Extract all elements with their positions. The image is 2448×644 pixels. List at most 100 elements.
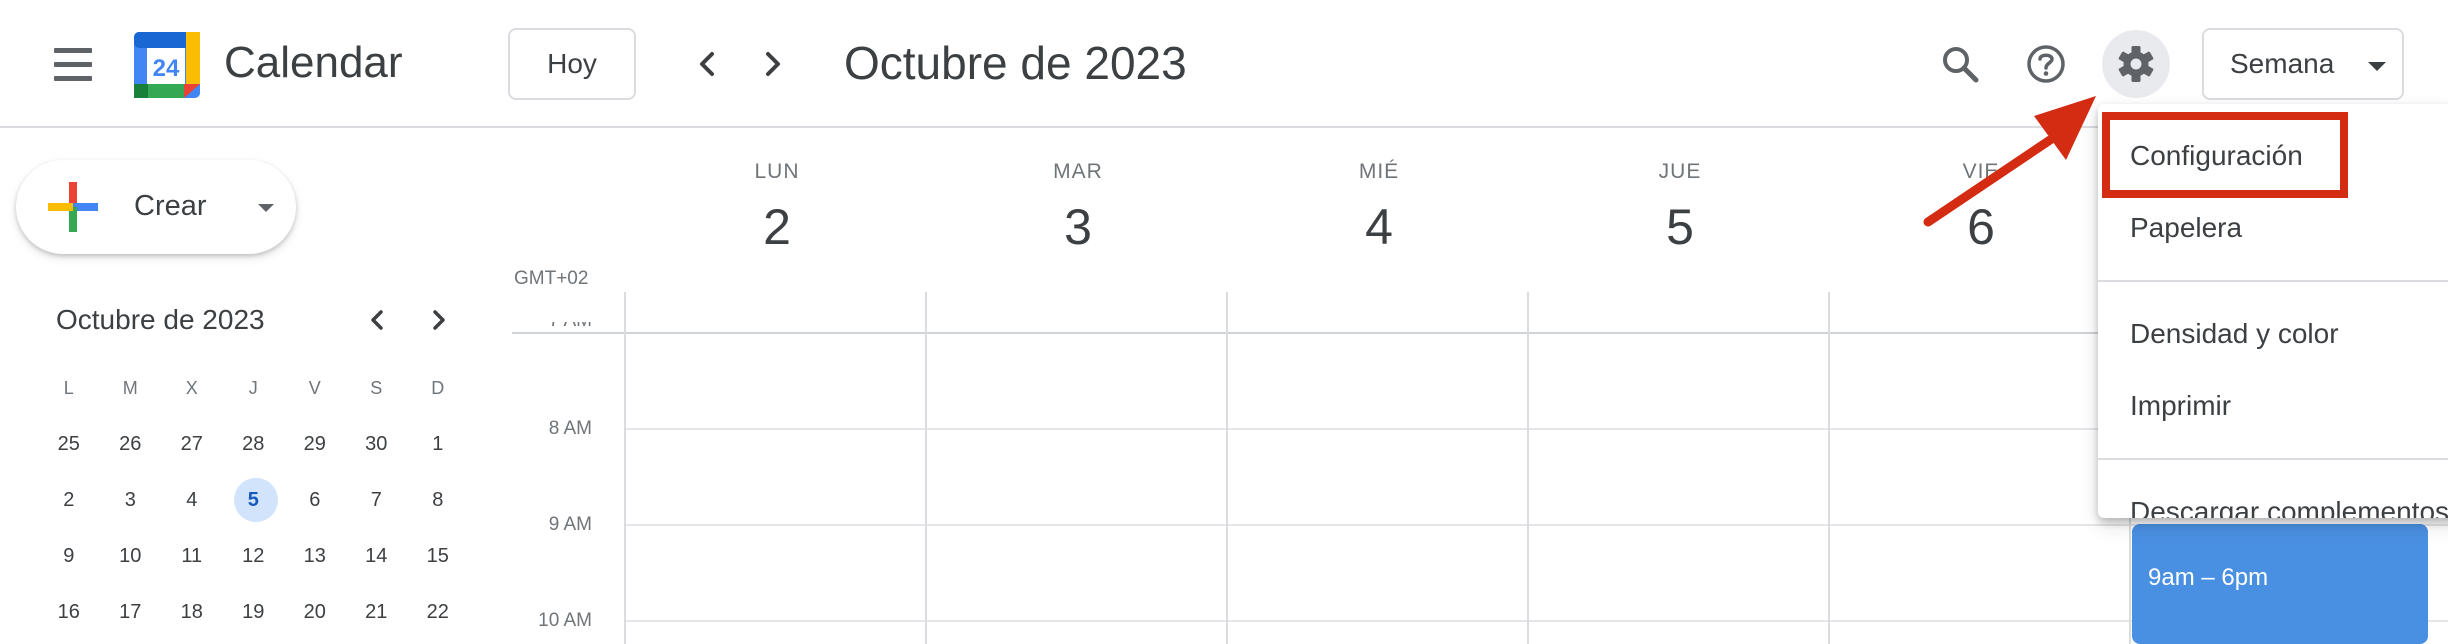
day-column-header[interactable]: JUE 5	[1620, 160, 1740, 256]
hamburger-menu-icon[interactable]	[40, 40, 104, 88]
menu-item-imprimir[interactable]: Imprimir	[2098, 368, 2448, 440]
mini-calendar-day[interactable]: 7	[346, 472, 408, 528]
help-icon	[2027, 45, 2065, 83]
day-column-divider	[925, 292, 927, 644]
mini-calendar-day[interactable]: 20	[284, 584, 346, 640]
mini-calendar-day[interactable]: 15	[407, 528, 469, 584]
menu-divider	[2098, 280, 2448, 282]
day-column-header[interactable]: VIE 6	[1921, 160, 2041, 256]
hamburger-line	[54, 48, 92, 53]
day-number: 6	[1967, 199, 1995, 255]
mini-calendar-day[interactable]: 13	[284, 528, 346, 584]
mini-calendar-day[interactable]: 11	[161, 528, 223, 584]
mini-calendar-day[interactable]: 4	[161, 472, 223, 528]
mini-calendar-day[interactable]: 17	[100, 584, 162, 640]
mini-calendar-week: 2 3 4 5 6 7 8	[38, 472, 498, 528]
day-column-header[interactable]: LUN 2	[717, 160, 837, 256]
search-button[interactable]	[1926, 30, 1994, 98]
hour-label: 8 AM	[548, 418, 592, 439]
event-time: 9am – 6pm	[2148, 564, 2269, 591]
mini-calendar-day[interactable]: 1	[407, 416, 469, 472]
day-column-divider	[1226, 292, 1228, 644]
mini-calendar-day[interactable]: 21	[346, 584, 408, 640]
mini-calendar-grid: L M X J V S D 25 26 27 28 29 30 1 2 3 4 …	[38, 360, 498, 640]
day-number: 1	[432, 433, 444, 455]
mini-calendar-day[interactable]: 2	[38, 472, 100, 528]
mini-calendar-title: Octubre de 2023	[56, 304, 265, 335]
calendar-event[interactable]: 9am – 6pm	[2132, 524, 2428, 644]
day-column-divider	[624, 292, 626, 644]
timezone-label: GMT+02	[514, 268, 589, 289]
mini-calendar-day[interactable]: 9	[38, 528, 100, 584]
day-number: 5	[247, 489, 259, 511]
menu-item-descargar-complementos[interactable]: Descargar complementos	[2098, 474, 2448, 518]
weekday-label: X	[185, 378, 198, 398]
day-number: 10	[119, 545, 142, 567]
day-number: 17	[119, 601, 142, 623]
day-number: 29	[303, 433, 326, 455]
help-button[interactable]	[2012, 30, 2080, 98]
next-week-button[interactable]	[744, 36, 800, 92]
hamburger-line	[54, 76, 92, 81]
weekday-label: V	[308, 378, 321, 398]
mini-calendar-day[interactable]: 10	[100, 528, 162, 584]
day-number: 3	[1064, 199, 1092, 255]
day-column-header[interactable]: MIÉ 4	[1319, 160, 1439, 256]
mini-calendar-prev-button[interactable]	[358, 300, 398, 340]
previous-week-button[interactable]	[680, 36, 736, 92]
create-button-label: Crear	[134, 190, 207, 222]
mini-calendar-weekday-row: L M X J V S D	[38, 360, 498, 416]
mini-calendar-day[interactable]: 14	[346, 528, 408, 584]
mini-calendar-day[interactable]: 19	[223, 584, 285, 640]
mini-calendar-day[interactable]: 28	[223, 416, 285, 472]
calendar-logo[interactable]: 24	[134, 32, 200, 98]
view-selector-label: Semana	[2230, 48, 2335, 79]
mini-calendar-day[interactable]: 6	[284, 472, 346, 528]
mini-calendar-day[interactable]: 18	[161, 584, 223, 640]
search-icon	[1943, 47, 1979, 83]
hour-label: 10 AM	[538, 610, 592, 631]
mini-calendar-day[interactable]: 22	[407, 584, 469, 640]
day-of-week-label: MIÉ	[1358, 160, 1400, 183]
day-number: 22	[426, 601, 449, 623]
mini-calendar-day[interactable]: 16	[38, 584, 100, 640]
mini-calendar-day-selected[interactable]: 5	[223, 472, 285, 528]
mini-calendar-day[interactable]: 26	[100, 416, 162, 472]
day-column-header[interactable]: MAR 3	[1018, 160, 1138, 256]
app-title: Calendar	[224, 38, 403, 87]
mini-calendar-week: 9 10 11 12 13 14 15	[38, 528, 498, 584]
top-app-bar: 24 Calendar Hoy Octubre de 2023 Semana	[0, 0, 2448, 128]
menu-item-papelera[interactable]: Papelera	[2098, 190, 2448, 262]
day-column-divider	[1527, 292, 1529, 644]
mini-calendar-next-button[interactable]	[418, 300, 458, 340]
day-number: 4	[1365, 199, 1393, 255]
day-number: 19	[242, 601, 265, 623]
mini-calendar-day[interactable]: 29	[284, 416, 346, 472]
mini-calendar-day[interactable]: 12	[223, 528, 285, 584]
mini-calendar-day[interactable]: 25	[38, 416, 100, 472]
mini-calendar-day[interactable]: 30	[346, 416, 408, 472]
day-of-week-label: JUE	[1658, 160, 1702, 183]
mini-calendar-day[interactable]: 27	[161, 416, 223, 472]
day-number: 8	[432, 489, 444, 511]
day-number: 21	[365, 601, 388, 623]
view-selector[interactable]: Semana	[2202, 28, 2404, 100]
dropdown-caret-icon	[2368, 62, 2386, 71]
weekday-label: J	[248, 378, 258, 398]
gear-icon	[2118, 46, 2154, 82]
day-number: 2	[763, 199, 791, 255]
day-number: 14	[365, 545, 388, 567]
hour-label-text: 7 AM	[549, 322, 592, 331]
menu-item-label: Densidad y color	[2130, 318, 2339, 349]
create-button[interactable]: Crear	[16, 160, 296, 254]
menu-item-label: Descargar complementos	[2130, 496, 2448, 518]
day-number: 25	[57, 433, 80, 455]
menu-divider	[2098, 458, 2448, 460]
today-button[interactable]: Hoy	[508, 28, 636, 100]
mini-calendar-day[interactable]: 8	[407, 472, 469, 528]
day-number: 30	[365, 433, 388, 455]
day-number: 6	[309, 489, 321, 511]
settings-button[interactable]	[2102, 30, 2170, 98]
menu-item-densidad-y-color[interactable]: Densidad y color	[2098, 296, 2448, 368]
mini-calendar-day[interactable]: 3	[100, 472, 162, 528]
